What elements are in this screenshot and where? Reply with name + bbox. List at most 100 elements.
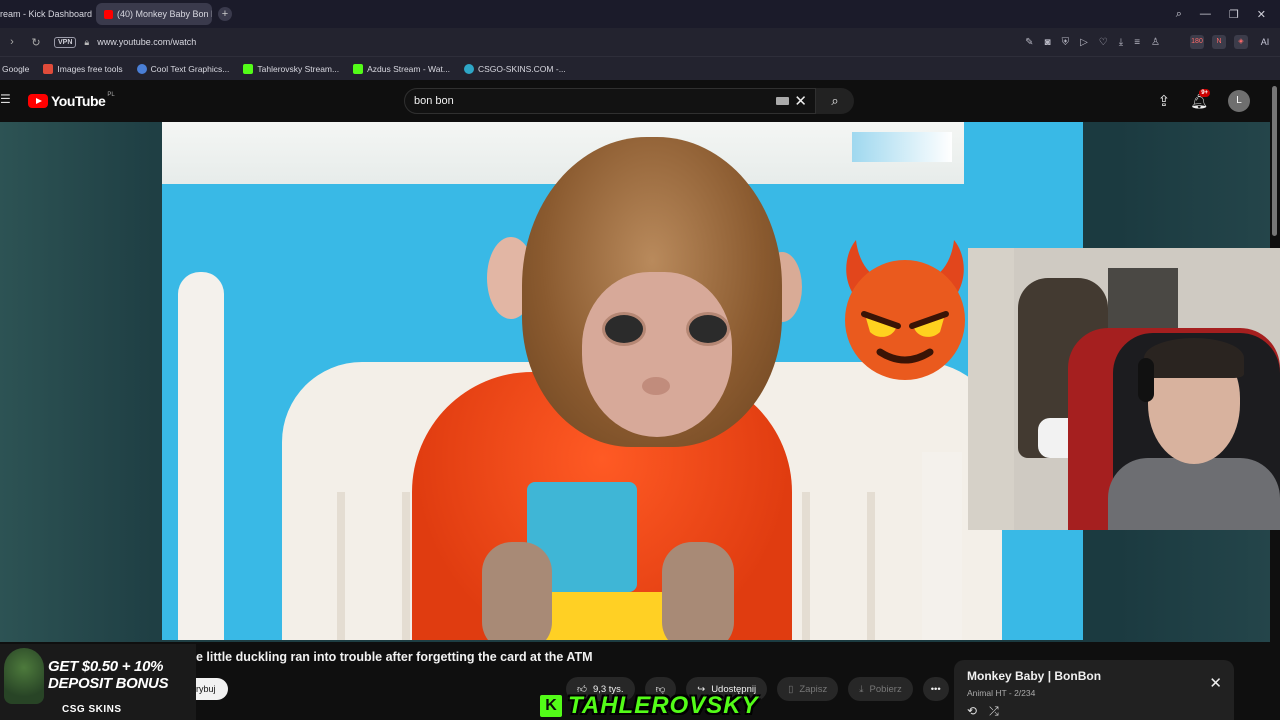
youtube-header: ☰ YouTube PL bon bon ✕ ⌕ ⇪ 🔔︎ 9+ L [0, 80, 1280, 122]
playlist-title[interactable]: Monkey Baby | BonBon [967, 669, 1101, 683]
youtube-wordmark: YouTube [51, 93, 106, 109]
search-button[interactable]: ⌕ [816, 88, 854, 114]
edit-icon[interactable]: ✎ [1025, 37, 1033, 48]
streamer-name: TAHLEROVSKY [568, 692, 759, 719]
ad-subheadline: DEPOSIT BONUS [48, 675, 169, 692]
bookmark-image-icon [43, 63, 54, 74]
bookmark-globe-icon [136, 63, 147, 74]
video-scene-bedpost [178, 272, 224, 640]
extension-cube-icon[interactable]: ◈ [1234, 35, 1248, 49]
clear-search-icon[interactable]: ✕ [794, 92, 807, 110]
more-dots-icon: ••• [930, 683, 941, 695]
country-code: PL [107, 92, 115, 98]
bookmark-images-free-tools[interactable]: Images free tools [43, 63, 123, 74]
lock-icon[interactable]: 🔒︎ [84, 37, 89, 48]
keyboard-icon[interactable] [776, 97, 789, 105]
bookmark-label: Azdus Stream - Wat... [367, 63, 450, 74]
camera-icon[interactable]: ◙ [1045, 37, 1051, 48]
video-scene-arm [662, 542, 734, 640]
video-scene-bedpost [922, 452, 962, 640]
bookmark-label: Images free tools [57, 63, 123, 74]
upload-icon[interactable]: ⇪ [1158, 92, 1171, 110]
playlist-controls: ⟲ ⤮ [967, 704, 999, 719]
search-tabs-icon[interactable]: ⌕ [1176, 8, 1182, 21]
download-icon[interactable]: ⤓ [1119, 37, 1123, 48]
menu-lines-icon[interactable]: ≡ [1134, 37, 1140, 48]
webcam-person-body [1108, 458, 1280, 530]
video-scene-arm [482, 542, 552, 640]
streamer-tag: K TAHLEROVSKY [540, 694, 759, 718]
webcam-person-hair [1144, 338, 1244, 378]
minimize-icon[interactable]: — [1200, 8, 1211, 20]
video-scene-nose [642, 377, 670, 395]
screen: ream - Kick Dashboard (40) Monkey Baby B… [0, 0, 1280, 720]
kick-logo-icon: K [540, 695, 562, 717]
close-window-icon[interactable]: ✕ [1257, 8, 1266, 21]
subscribe-button[interactable]: rybuj [194, 678, 228, 700]
address-bar: › ↻ VPN 🔒︎ www.youtube.com/watch ✎ ◙ ⛨ ▷… [0, 28, 1280, 56]
bookmark-kick-icon [353, 63, 364, 74]
search-icon: ⌕ [831, 93, 839, 108]
close-playlist-icon[interactable]: ✕ [1209, 674, 1222, 692]
url-field[interactable]: www.youtube.com/watch [97, 37, 196, 47]
play-icon[interactable]: ▷ [1080, 37, 1088, 48]
heart-icon[interactable]: ♡ [1099, 37, 1108, 48]
restore-icon[interactable]: ❐ [1229, 8, 1239, 21]
reload-icon[interactable]: ↻ [24, 36, 48, 49]
ad-character-image [4, 648, 44, 704]
more-actions-button[interactable]: ••• [922, 677, 949, 701]
devil-emoji-icon [845, 240, 965, 380]
bookmark-label: CSGO-SKINS.COM -... [477, 63, 566, 74]
extension-counter-icon[interactable]: 180 [1190, 35, 1204, 49]
video-scene-eye [602, 312, 646, 346]
shield-icon[interactable]: ⛨ [1062, 37, 1070, 48]
webcam-door [968, 248, 1014, 530]
tab-label: ream - Kick Dashboard [0, 9, 92, 19]
video-scene-poster [852, 132, 952, 162]
save-button[interactable]: ▯ Zapisz [777, 677, 839, 701]
youtube-play-icon [28, 94, 48, 108]
youtube-logo[interactable]: YouTube PL [28, 92, 115, 109]
tab-youtube-monkey-baby[interactable]: (40) Monkey Baby Bon Bo [96, 3, 212, 25]
scrollbar-thumb[interactable] [1272, 86, 1277, 236]
ad-brand-logo: CSG SKINS [62, 704, 122, 715]
save-label: Zapisz [799, 683, 828, 695]
playlist-subtitle: Animal HT - 2/234 [967, 688, 1036, 698]
shuffle-icon[interactable]: ⤮ [989, 704, 999, 719]
video-scene-slat [337, 492, 345, 640]
tab-label: (40) Monkey Baby Bon Bo [117, 9, 212, 19]
playlist-panel: Monkey Baby | BonBon Animal HT - 2/234 ✕… [954, 660, 1234, 720]
notification-badge: 9+ [1199, 88, 1211, 97]
bookmark-label: Google [2, 63, 30, 74]
video-scene-slat [402, 492, 410, 640]
forward-icon[interactable]: › [0, 36, 24, 48]
bookmark-azdus[interactable]: Azdus Stream - Wat... [353, 63, 450, 74]
search-input[interactable]: bon bon ✕ [404, 88, 816, 114]
video-scene-slat [867, 492, 875, 640]
bookmark-csgo-skins[interactable]: CSGO-SKINS.COM -... [463, 63, 566, 74]
bookmarks-bar: Google Images free tools Cool Text Graph… [0, 56, 1280, 80]
avatar[interactable]: L [1228, 90, 1250, 112]
vpn-badge[interactable]: VPN [54, 36, 77, 48]
bookmark-label: Tahlerovsky Stream... [257, 63, 340, 74]
extension-n-icon[interactable]: N [1212, 35, 1226, 49]
bookmark-cool-text[interactable]: Cool Text Graphics... [136, 63, 230, 74]
bookmark-icon: ▯ [788, 683, 794, 695]
bookmark-label: Cool Text Graphics... [150, 63, 230, 74]
ai-icon[interactable]: AI [1256, 35, 1274, 49]
tab-kick-dashboard[interactable]: ream - Kick Dashboard [0, 3, 92, 25]
video-player[interactable] [162, 122, 1083, 640]
video-scene-eye [686, 312, 730, 346]
notifications-bell-icon[interactable]: 🔔︎ 9+ [1190, 88, 1211, 110]
browser-tab-strip: ream - Kick Dashboard (40) Monkey Baby B… [0, 0, 1280, 28]
extensions: 180 N ◈ AI [1190, 28, 1274, 56]
new-tab-plus-icon[interactable]: + [218, 7, 232, 21]
download-button[interactable]: ⤓ Pobierz [848, 677, 913, 701]
profile-icon[interactable]: ♙ [1151, 37, 1160, 48]
sponsor-ad: GET $0.50 + 10% DEPOSIT BONUS CSG SKINS [0, 644, 196, 720]
bookmark-google[interactable]: Google [2, 64, 29, 74]
webcam-overlay [968, 248, 1280, 530]
bookmark-tahlerovsky[interactable]: Tahlerovsky Stream... [243, 63, 340, 74]
hamburger-menu-icon[interactable]: ☰ [0, 93, 11, 105]
loop-icon[interactable]: ⟲ [967, 704, 977, 719]
